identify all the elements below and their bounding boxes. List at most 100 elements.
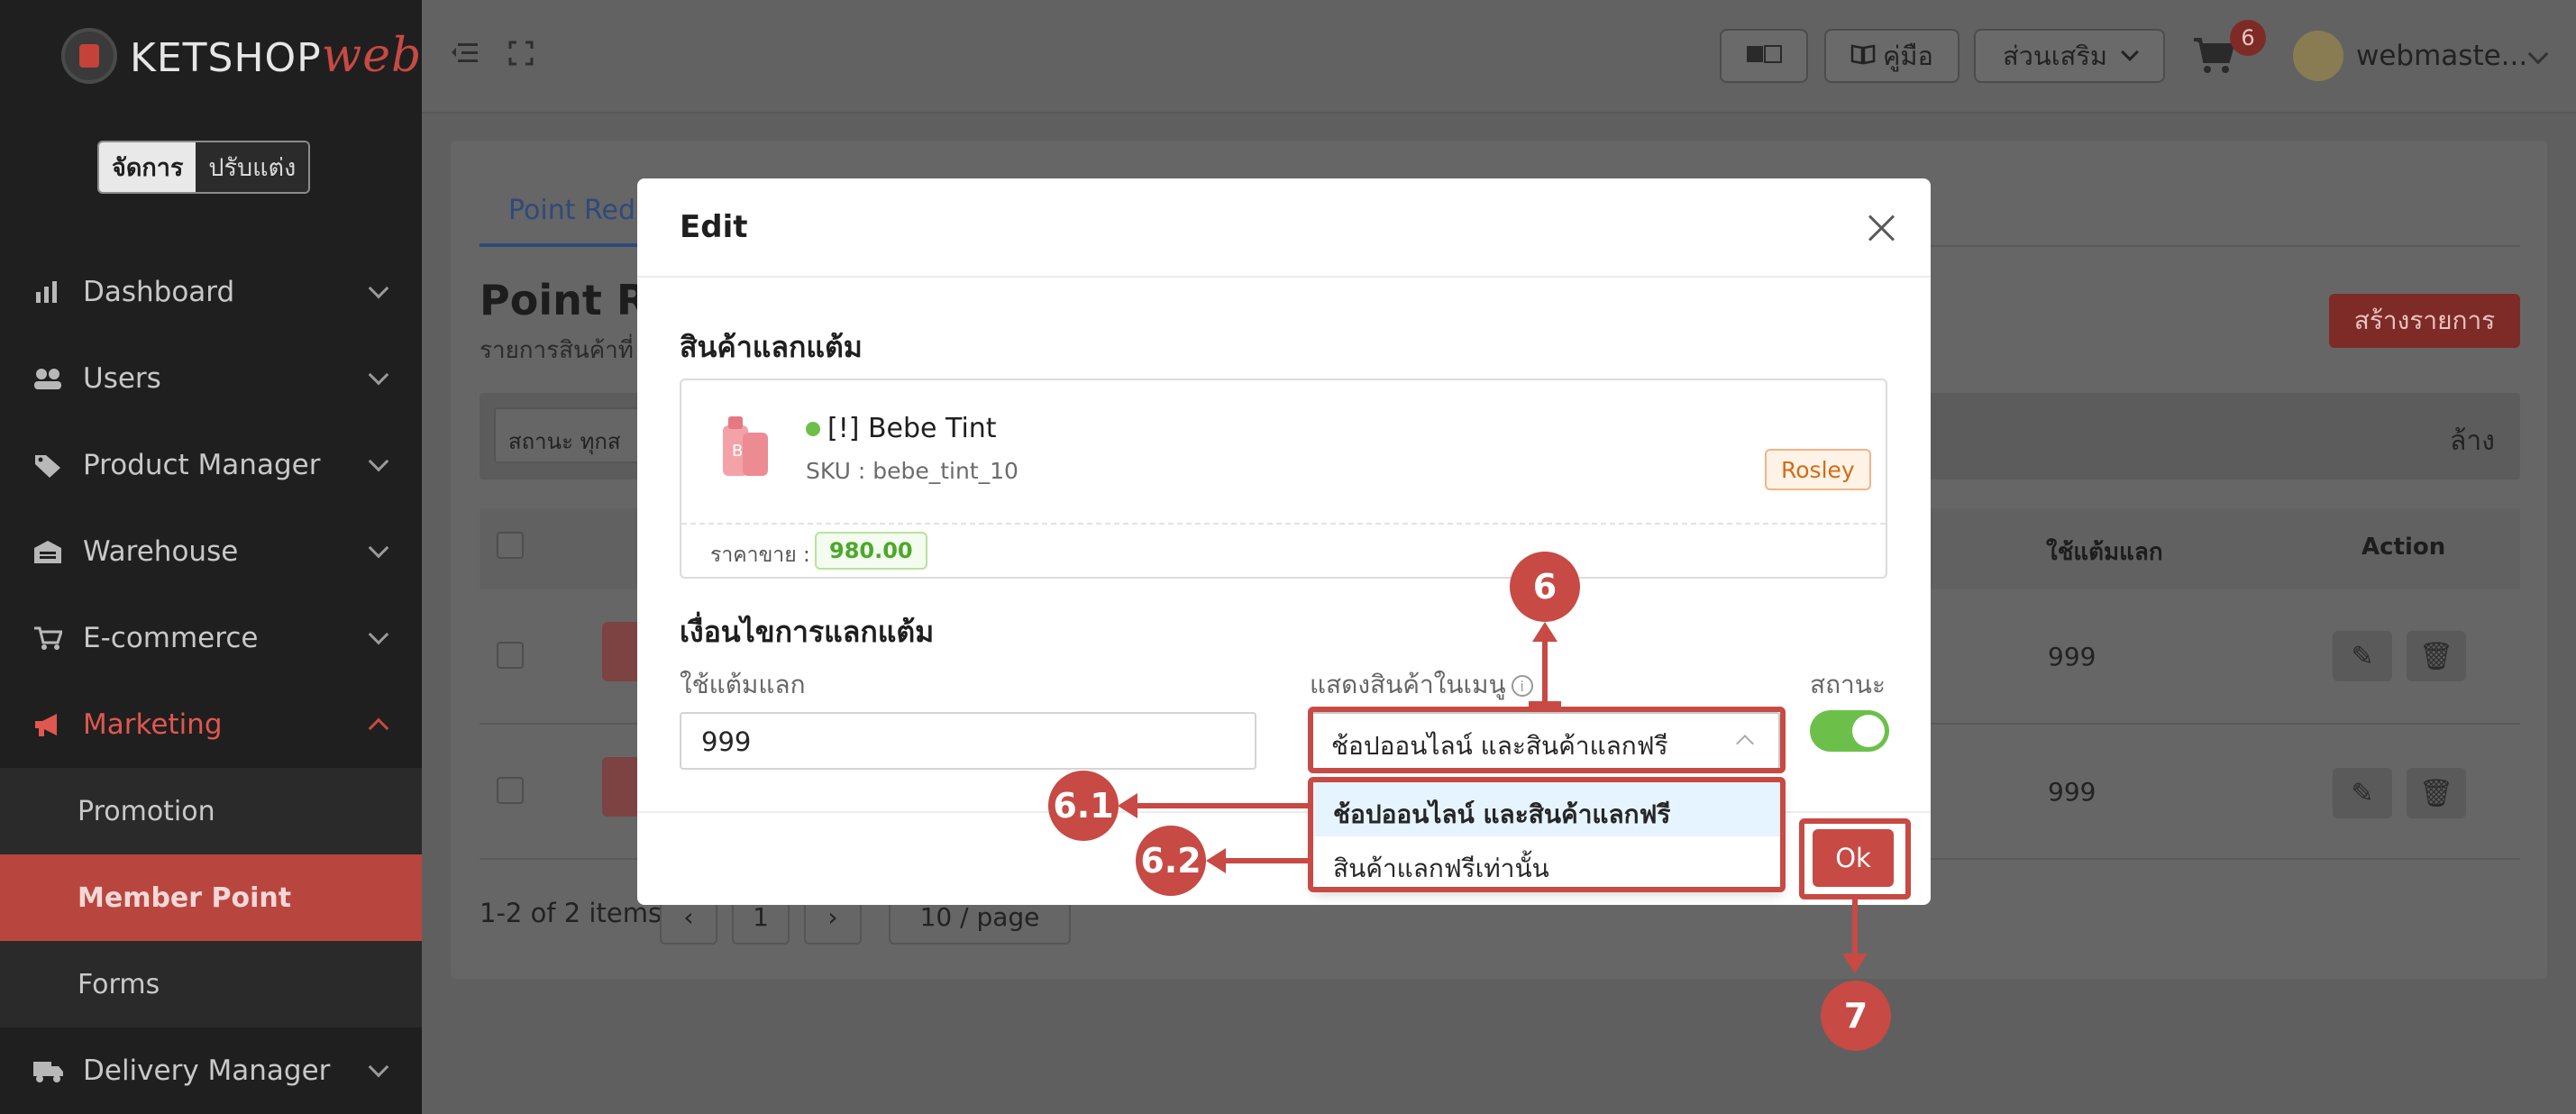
avatar[interactable] [2293, 31, 2343, 81]
translate-icon [1746, 41, 1782, 71]
annotation-line [1852, 899, 1858, 955]
status-filter[interactable]: สถานะ ทุกส [494, 407, 640, 463]
manual-button[interactable]: คู่มือ [1824, 29, 1959, 83]
annotation-line [1542, 642, 1548, 707]
active-status-dot [806, 421, 820, 436]
step-badge-6-1: 6.1 [1048, 771, 1119, 841]
modal-header: Edit [637, 178, 1931, 278]
logo-accent: web [321, 29, 422, 83]
step-badge-6: 6 [1510, 552, 1580, 622]
highlight-dropdown-options [1308, 777, 1786, 892]
logo-text: KETSHOP [130, 35, 322, 81]
product-card: B [!] Bebe Tint SKU : bebe_tint_10 Rosle… [680, 379, 1887, 579]
chevron-down-icon [368, 278, 389, 299]
product-section-title: สินค้าแลกแต้ม [680, 330, 863, 364]
chevron-down-icon [368, 1056, 389, 1078]
arrow-up-icon [1532, 622, 1557, 642]
points-cell: 999 [2048, 642, 2096, 671]
mode-switch: จัดการ ปรับแต่ง [97, 141, 311, 194]
sidebar-item-delivery-manager[interactable]: Delivery Manager [0, 1027, 422, 1114]
sidebar-subitem-member-point[interactable]: Member Point [0, 854, 422, 941]
sidebar-item-label: Marketing [83, 708, 223, 741]
product-name: [!] Bebe Tint [827, 413, 997, 444]
sidebar-item-product-manager[interactable]: Product Manager [0, 422, 422, 508]
warehouse-icon [32, 538, 63, 565]
chevron-down-icon [368, 364, 389, 386]
brand-tag: Rosley [1765, 449, 1871, 490]
fullscreen-icon[interactable] [508, 38, 534, 74]
chevron-down-icon [2121, 43, 2139, 61]
sidebar-item-dashboard[interactable]: Dashboard [0, 249, 422, 335]
arrow-left-icon [1118, 793, 1137, 818]
edit-icon[interactable]: ✎ [2333, 768, 2392, 818]
product-image: B [717, 413, 777, 483]
points-label: ใช้แต้มแลก [680, 670, 806, 699]
product-sku: SKU : bebe_tint_10 [806, 458, 1019, 484]
sidebar-subitem-forms[interactable]: Forms [0, 941, 422, 1027]
arrow-left-icon [1206, 848, 1226, 873]
annotation-line [1226, 858, 1309, 863]
sidebar-item-label: E-commerce [83, 622, 259, 654]
trash-icon[interactable]: 🗑 [2407, 631, 2466, 681]
cart-icon[interactable] [2192, 36, 2235, 76]
sidebar-item-users[interactable]: Users [0, 335, 422, 422]
price-label: ราคาขาย : [710, 543, 810, 567]
cart-icon [32, 625, 63, 652]
sidebar-item-warehouse[interactable]: Warehouse [0, 508, 422, 595]
status-label: สถานะ [1810, 670, 1886, 699]
addons-dropdown[interactable]: ส่วนเสริม [1974, 29, 2165, 83]
sidebar-subitem-promotion[interactable]: Promotion [0, 768, 422, 854]
step-badge-6-2: 6.2 [1136, 826, 1206, 896]
topbar [422, 0, 2576, 114]
sidebar: KETSHOPweb จัดการ ปรับแต่ง Dashboard Use… [0, 0, 422, 1114]
tab-point-redemption[interactable]: Point Rede [508, 195, 652, 226]
info-icon[interactable]: i [1511, 675, 1533, 697]
translate-button[interactable] [1720, 29, 1808, 83]
mode-manage-button[interactable]: จัดการ [99, 142, 196, 192]
sidebar-item-label: Dashboard [83, 276, 235, 308]
sidebar-item-label: Users [83, 362, 161, 395]
sidebar-item-marketing[interactable]: Marketing [0, 681, 422, 768]
row-checkbox[interactable] [497, 642, 524, 669]
users-icon [32, 365, 63, 392]
tags-icon [32, 452, 63, 479]
edit-icon[interactable]: ✎ [2333, 631, 2392, 681]
highlight-select-box [1308, 707, 1786, 773]
chevron-down-icon [368, 537, 389, 559]
row-checkbox[interactable] [497, 777, 524, 804]
sidebar-item-label: Warehouse [83, 535, 239, 568]
chart-icon [32, 278, 63, 306]
price-tag: 980.00 [815, 532, 927, 570]
arrow-down-icon [1842, 954, 1868, 973]
manual-label: คู่มือ [1883, 41, 1933, 71]
pagination-info: 1-2 of 2 items [480, 898, 662, 928]
chevron-up-icon [368, 717, 389, 739]
divider [681, 523, 1886, 525]
points-input[interactable]: 999 [680, 712, 1256, 770]
close-icon[interactable] [1867, 213, 1897, 243]
page-subtitle: รายการสินค้าที่ [480, 337, 634, 364]
modal-title: Edit [680, 209, 748, 245]
status-toggle[interactable] [1810, 710, 1889, 752]
chevron-down-icon [368, 624, 389, 645]
sidebar-item-label: Product Manager [83, 449, 321, 481]
clear-filter-button[interactable]: ล้าง [2450, 420, 2495, 462]
select-all-checkbox[interactable] [497, 532, 524, 559]
megaphone-icon [32, 711, 63, 738]
trash-icon[interactable]: 🗑 [2407, 768, 2466, 818]
svg-text:B: B [732, 442, 743, 461]
mode-customize-button[interactable]: ปรับแต่ง [196, 142, 309, 192]
create-item-button[interactable]: สร้างรายการ [2329, 294, 2520, 348]
book-icon [1850, 41, 1876, 71]
step-badge-7: 7 [1821, 981, 1891, 1051]
annotation-line [1529, 701, 1561, 707]
points-cell: 999 [2048, 777, 2096, 807]
chevron-down-icon [368, 451, 389, 472]
truck-icon [32, 1057, 63, 1084]
user-name[interactable]: webmaste... [2356, 40, 2527, 72]
collapse-menu-icon[interactable] [451, 38, 480, 74]
sidebar-item-ecommerce[interactable]: E-commerce [0, 595, 422, 681]
cart-count-badge: 6 [2230, 20, 2266, 56]
logo[interactable]: KETSHOPweb [61, 27, 422, 85]
column-header-points[interactable]: ใช้แต้มแลก [2046, 534, 2163, 571]
